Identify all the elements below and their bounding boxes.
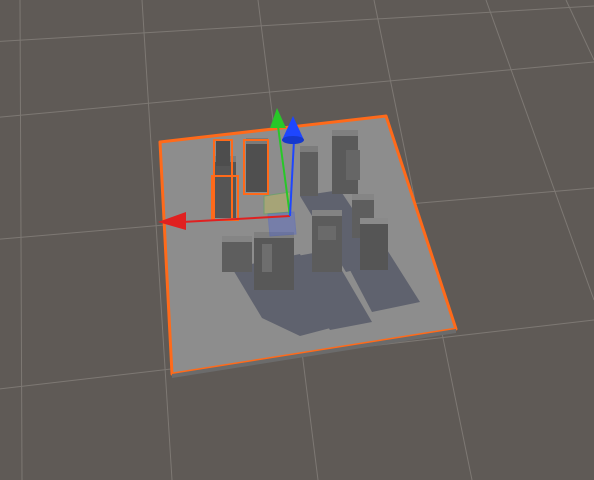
gizmo-plane-xy[interactable]: [263, 191, 291, 215]
building: [360, 218, 388, 270]
building: [332, 130, 360, 194]
scene-viewport[interactable]: [0, 0, 594, 480]
scene-canvas[interactable]: [0, 0, 594, 480]
building: [312, 210, 342, 272]
building: [222, 236, 252, 272]
building: [300, 146, 318, 196]
building: [254, 232, 294, 290]
building-selected[interactable]: [243, 138, 269, 195]
